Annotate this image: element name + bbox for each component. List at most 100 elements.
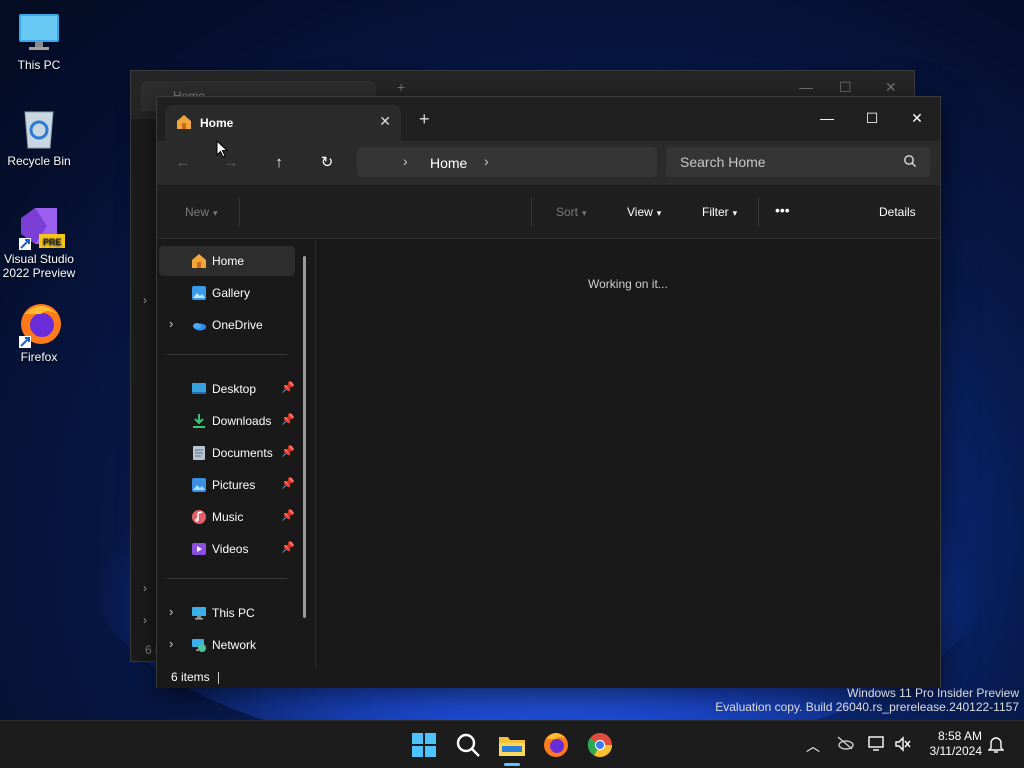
network-icon[interactable] [868,736,886,755]
active-app-indicator [504,763,520,766]
pin-icon[interactable]: 📌 [281,445,295,458]
desktop-icon-this-pc[interactable]: This PC [0,10,78,72]
documents-icon [191,445,207,461]
desktop-icon-recycle-bin[interactable]: Recycle Bin [0,106,78,168]
tab-close-icon[interactable]: ✕ [379,113,391,130]
navigation-pane: Home Gallery › OneDrive Desktop 📌 Downlo… [157,240,315,668]
sidebar-item-label: Home [212,254,245,268]
background-minimize-icon[interactable]: — [799,79,813,95]
refresh-icon[interactable]: ↻ [312,149,342,177]
desktop-icon [191,381,207,397]
search-icon[interactable] [452,729,484,761]
file-explorer-icon[interactable] [496,729,528,761]
sidebar-item-pictures[interactable]: Pictures 📌 [159,470,295,500]
breadcrumb-home[interactable]: Home [430,155,467,171]
visual-studio-icon: PRE [17,204,65,250]
pin-icon[interactable]: 📌 [281,509,295,522]
item-count: 6 items [171,670,210,684]
system-clock[interactable]: 8:58 AM 3/11/2024 [922,729,983,759]
chrome-icon[interactable] [584,729,616,761]
watermark-line: Windows 11 Pro Insider Preview [847,686,1019,700]
music-icon [191,509,207,525]
sidebar-item-label: Network [212,638,257,652]
desktop-icon-label: Visual Studio 2022 Preview [2,252,76,280]
desktop-icon-visual-studio[interactable]: PRE Visual Studio 2022 Preview [0,204,78,280]
search-input[interactable] [666,147,930,177]
network-icon [191,637,207,653]
sidebar-item-music[interactable]: Music 📌 [159,502,295,532]
pin-icon[interactable]: 📌 [281,477,295,490]
filter-label: Filter [702,205,729,219]
desktop-icon-firefox[interactable]: Firefox [0,302,78,364]
background-maximize-icon[interactable]: ☐ [839,79,852,96]
filter-button[interactable]: Filter ▾ [702,205,737,219]
navigation-pane-scrollbar[interactable] [303,256,306,618]
sidebar-item-label: Downloads [212,414,272,428]
tab-home[interactable]: Home ✕ [165,105,401,141]
title-bar[interactable]: Home ✕ + — ☐ ✕ [157,97,940,141]
sidebar-item-downloads[interactable]: Downloads 📌 [159,406,295,436]
chevron-right-icon[interactable]: › [169,636,173,651]
background-close-icon[interactable]: ✕ [885,79,897,96]
chevron-down-icon: ▾ [732,208,738,218]
home-icon [191,253,207,269]
evaluation-watermark: Windows 11 Pro Insider Preview Evaluatio… [715,686,1019,714]
sidebar-item-label: This PC [212,606,255,620]
onedrive-icon [191,317,207,333]
sidebar-item-videos[interactable]: Videos 📌 [159,534,295,564]
minimize-icon[interactable]: — [804,103,850,133]
navigation-bar: ← → ↑ ↻ › Home › [157,141,940,185]
file-explorer-window[interactable]: Home ✕ + — ☐ ✕ ← → ↑ ↻ › Home › New▾ Sor… [156,96,941,688]
breadcrumb-chevron-icon[interactable]: › [403,153,408,169]
onedrive-offline-icon[interactable] [836,736,854,753]
search-icon[interactable] [903,154,917,171]
status-divider [218,672,219,684]
pin-icon[interactable]: 📌 [281,413,295,426]
up-arrow-icon[interactable]: ↑ [264,149,294,177]
firefox-icon [17,302,61,348]
sidebar-item-documents[interactable]: Documents 📌 [159,438,295,468]
breadcrumb-chevron-icon[interactable]: › [484,153,489,169]
background-chevron-icon: › [143,293,147,307]
volume-muted-icon[interactable] [894,736,912,755]
more-options-icon[interactable]: ••• [775,202,790,218]
back-arrow-icon[interactable]: ← [168,149,198,177]
command-bar: New ▾ Sort ▾ View ▾ Filter ▾ ••• Details [157,185,940,239]
details-button[interactable]: Details [879,205,916,219]
sidebar-item-network[interactable]: › Network [159,630,295,660]
pin-icon[interactable]: 📌 [281,541,295,554]
view-button[interactable]: View ▾ [627,205,661,219]
sidebar-item-desktop[interactable]: Desktop 📌 [159,374,295,404]
sidebar-item-gallery[interactable]: Gallery [159,278,295,308]
status-bar: 6 items [157,668,940,688]
notification-bell-icon[interactable] [987,735,1005,756]
pin-icon[interactable]: 📌 [281,381,295,394]
new-button[interactable]: New ▾ [185,205,218,219]
file-list-pane[interactable]: Working on it... [315,240,940,668]
maximize-icon[interactable]: ☐ [849,103,895,133]
chevron-down-icon: ▾ [656,208,662,218]
watermark-line: Evaluation copy. Build 26040.rs_prerelea… [715,700,1019,714]
chevron-right-icon[interactable]: › [169,316,173,331]
sidebar-item-onedrive[interactable]: › OneDrive [159,310,295,340]
background-chevron-icon: › [143,613,147,627]
sidebar-item-label: OneDrive [212,318,263,332]
chevron-right-icon[interactable]: › [169,604,173,619]
clock-date: 3/11/2024 [929,744,983,758]
sort-button[interactable]: Sort ▾ [556,205,587,219]
address-bar[interactable]: › Home › [357,147,657,177]
close-window-icon[interactable]: ✕ [894,103,940,133]
firefox-icon[interactable] [540,729,572,761]
sidebar-item-label: Videos [212,542,249,556]
background-new-tab-icon[interactable]: + [397,79,405,95]
start-icon[interactable] [408,729,440,761]
taskbar: ︿ 8:58 AM 3/11/2024 [0,720,1024,768]
toolbar-divider [758,197,759,227]
sidebar-divider [167,354,287,355]
sidebar-item-this-pc[interactable]: › This PC [159,598,295,628]
sidebar-item-home[interactable]: Home [159,246,295,276]
pre-badge: PRE [43,237,62,247]
clock-time: 8:58 AM [937,729,982,743]
chevron-up-icon[interactable]: ︿ [806,736,820,756]
new-tab-icon[interactable]: + [419,109,430,130]
